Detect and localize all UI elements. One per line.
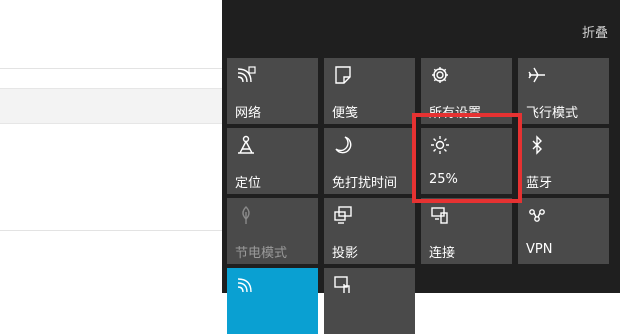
tile-label: 节电模式: [235, 246, 288, 261]
tile-label: 投影: [332, 246, 359, 261]
background-row-highlight: [0, 88, 222, 124]
bluetooth-icon: [526, 134, 548, 156]
note-icon: [332, 64, 354, 86]
tile-label: 免打扰时间: [332, 176, 398, 191]
tile-bluetooth[interactable]: 蓝牙: [518, 128, 609, 194]
divider: [0, 68, 222, 69]
tile-note[interactable]: 便笺: [324, 58, 415, 124]
tile-label: 飞行模式: [526, 106, 579, 121]
tile-connect[interactable]: 连接: [421, 198, 512, 264]
tile-vpn[interactable]: VPN: [518, 198, 609, 264]
project-icon: [332, 204, 354, 226]
moon-icon: [332, 134, 354, 156]
tile-network[interactable]: 网络: [227, 58, 318, 124]
tile-label: 网络: [235, 106, 262, 121]
wifi-icon: [235, 64, 257, 86]
tile-label: 所有设置: [429, 106, 482, 121]
tile-settings[interactable]: 所有设置: [421, 58, 512, 124]
tile-label: 连接: [429, 246, 456, 261]
leaf-icon: [235, 204, 257, 226]
tile-mobile-hotspot[interactable]: [227, 268, 318, 334]
connect-icon: [429, 204, 451, 226]
tile-project[interactable]: 投影: [324, 198, 415, 264]
tile-label: 定位: [235, 176, 262, 191]
tile-location[interactable]: 定位: [227, 128, 318, 194]
tile-airplane[interactable]: 飞行模式: [518, 58, 609, 124]
airplane-icon: [526, 64, 548, 86]
collapse-button[interactable]: 折叠: [582, 22, 608, 41]
tile-label: VPN: [526, 242, 553, 257]
sun-icon: [429, 134, 451, 156]
tile-snip[interactable]: [324, 268, 415, 334]
tile-label: 25%: [429, 172, 458, 187]
background-app-window: [0, 0, 222, 293]
divider: [0, 230, 222, 231]
tile-battery-saver[interactable]: 节电模式: [227, 198, 318, 264]
vpn-icon: [526, 204, 548, 226]
tile-label: 蓝牙: [526, 176, 553, 191]
gear-icon: [429, 64, 451, 86]
tile-brightness[interactable]: 25%: [421, 128, 512, 194]
location-icon: [235, 134, 257, 156]
tile-quiet-hours[interactable]: 免打扰时间: [324, 128, 415, 194]
tile-label: 便笺: [332, 106, 359, 121]
